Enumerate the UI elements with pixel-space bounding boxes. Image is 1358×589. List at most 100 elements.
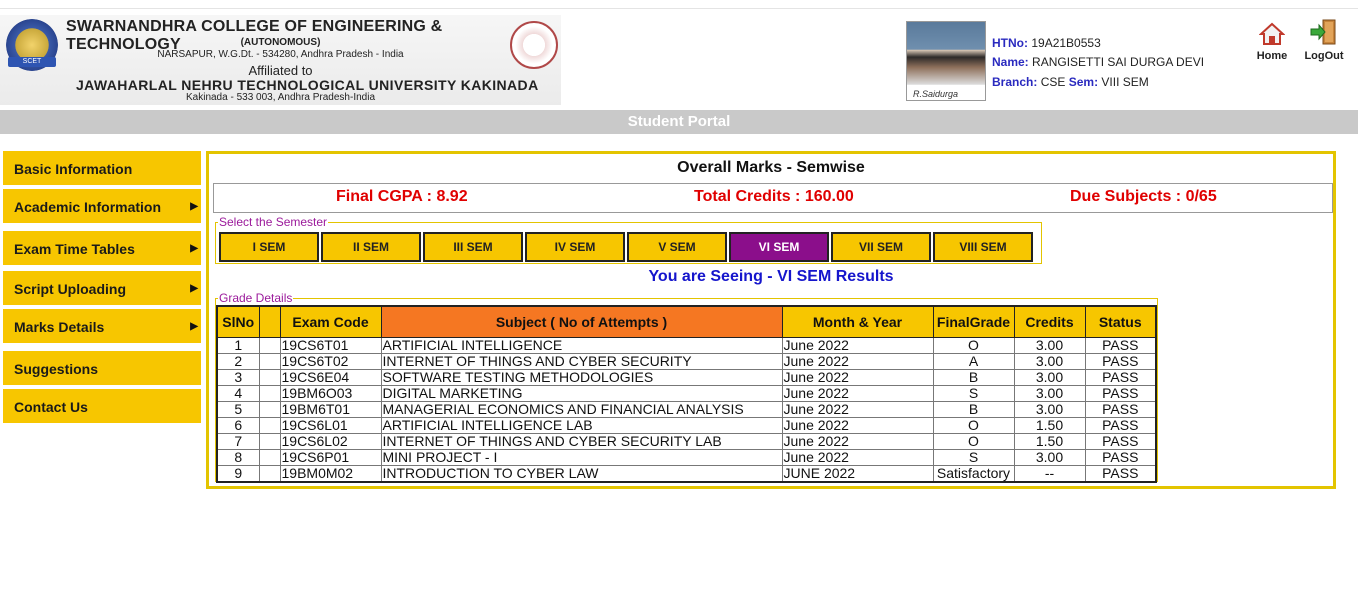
cell-month-year: JUNE 2022 [781, 465, 934, 483]
sidebar-item-label: Academic Information [14, 199, 162, 215]
home-label: Home [1256, 50, 1288, 62]
cell-slno: 8 [216, 449, 260, 466]
name-label: Name: [992, 55, 1029, 69]
col-header-exam-code: Exam Code [279, 305, 382, 338]
col-header-final-grade: FinalGrade [932, 305, 1015, 338]
cell-exam-code: 19BM6T01 [279, 401, 382, 418]
cell-credits: 3.00 [1013, 385, 1086, 402]
university-address: Kakinada - 533 003, Andhra Pradesh-India [185, 92, 376, 103]
cell-subject: ARTIFICIAL INTELLIGENCE LAB [380, 417, 783, 434]
cell-subject: MANAGERIAL ECONOMICS AND FINANCIAL ANALY… [380, 401, 783, 418]
college-banner: SCET SWARNANDHRA COLLEGE OF ENGINEERING … [0, 15, 561, 105]
sem-button-1[interactable]: I SEM [219, 232, 319, 262]
col-header-month-year: Month & Year [781, 305, 934, 338]
cell-month-year: June 2022 [781, 385, 934, 402]
cell-blank [258, 465, 281, 483]
sidebar-item-basic-information[interactable]: Basic Information [3, 151, 201, 185]
photo-signature: R.Saidurga [913, 89, 959, 99]
due-subjects-value: Due Subjects : 0/65 [1070, 188, 1217, 205]
name-value: RANGISETTI SAI DURGA DEVI [1032, 55, 1205, 69]
cell-credits: 3.00 [1013, 353, 1086, 370]
logout-icon [1302, 19, 1346, 46]
top-divider [0, 8, 1358, 9]
sem-button-3[interactable]: III SEM [423, 232, 523, 262]
sidebar-item-label: Basic Information [14, 161, 133, 177]
sem-label: Sem: [1068, 75, 1099, 89]
sidebar-item-suggestions[interactable]: Suggestions [3, 351, 201, 385]
cell-month-year: June 2022 [781, 337, 934, 354]
university-seal-icon [510, 21, 558, 69]
cell-final-grade: S [932, 385, 1015, 402]
sidebar-item-label: Exam Time Tables [14, 241, 135, 257]
col-header-blank [258, 305, 281, 338]
sem-button-5[interactable]: V SEM [627, 232, 727, 262]
chevron-right-icon: ▶ [190, 201, 198, 212]
cell-exam-code: 19CS6L02 [279, 433, 382, 450]
semester-legend: Select the Semester [218, 215, 329, 229]
cell-exam-code: 19CS6E04 [279, 369, 382, 386]
page-title: Overall Marks - Semwise [677, 159, 865, 176]
table-row: 6 19CS6L01 ARTIFICIAL INTELLIGENCE LAB June… [216, 417, 1157, 434]
table-row: 7 19CS6L02 INTERNET OF THINGS AND CYBER SE… [216, 433, 1157, 450]
sem-button-2[interactable]: II SEM [321, 232, 421, 262]
table-row: 5 19BM6T01 MANAGERIAL ECONOMICS AND FINANC… [216, 401, 1157, 418]
sem-button-6-selected[interactable]: VI SEM [729, 232, 829, 262]
cell-exam-code: 19BM0M02 [279, 465, 382, 483]
sidebar-item-label: Script Uploading [14, 281, 126, 297]
cell-credits: 1.50 [1013, 417, 1086, 434]
cell-credits: 3.00 [1013, 449, 1086, 466]
cell-status: PASS [1084, 433, 1157, 450]
home-button[interactable]: Home [1254, 20, 1290, 62]
student-photo: R.Saidurga [906, 21, 986, 101]
branch-line: Branch: CSE Sem: VIII SEM [992, 75, 1149, 89]
chevron-right-icon: ▶ [190, 321, 198, 332]
cell-blank [258, 401, 281, 418]
table-row: 8 19CS6P01 MINI PROJECT - I June 2022 S 3.00 P… [216, 449, 1157, 466]
cell-status: PASS [1084, 337, 1157, 354]
cgpa-value: Final CGPA : 8.92 [336, 188, 468, 205]
cell-blank [258, 385, 281, 402]
autonomous-label: (AUTONOMOUS) [240, 37, 321, 48]
cell-final-grade: A [932, 353, 1015, 370]
sidebar-item-contact-us[interactable]: Contact Us [3, 389, 201, 423]
summary-box: Final CGPA : 8.92 Total Credits : 160.00… [213, 183, 1333, 213]
cell-blank [258, 353, 281, 370]
sem-button-7[interactable]: VII SEM [831, 232, 931, 262]
cell-exam-code: 19CS6P01 [279, 449, 382, 466]
cell-month-year: June 2022 [781, 433, 934, 450]
cell-exam-code: 19CS6L01 [279, 417, 382, 434]
logout-button[interactable]: LogOut [1302, 19, 1346, 62]
cell-status: PASS [1084, 385, 1157, 402]
college-address: NARSAPUR, W.G.Dt. - 534280, Andhra Prade… [157, 49, 404, 60]
cell-subject: MINI PROJECT - I [380, 449, 783, 466]
sidebar-item-label: Contact Us [14, 399, 88, 415]
htno-value: 19A21B0553 [1031, 36, 1101, 50]
htno-label: HTNo: [992, 36, 1028, 50]
cell-credits: 3.00 [1013, 337, 1086, 354]
cell-subject: DIGITAL MARKETING [380, 385, 783, 402]
portal-title-bar: Student Portal [0, 110, 1358, 134]
sem-button-8[interactable]: VIII SEM [933, 232, 1033, 262]
cell-slno: 5 [216, 401, 260, 418]
cell-final-grade: Satisfactory [932, 465, 1015, 483]
affiliated-label: Affiliated to [248, 63, 313, 78]
cell-subject: SOFTWARE TESTING METHODOLOGIES [380, 369, 783, 386]
sidebar-item-academic-information[interactable]: Academic Information ▶ [3, 189, 201, 223]
cell-month-year: June 2022 [781, 401, 934, 418]
sidebar-item-script-uploading[interactable]: Script Uploading ▶ [3, 271, 201, 305]
table-row: 2 19CS6T02 INTERNET OF THINGS AND CYBER SE… [216, 353, 1157, 370]
col-header-slno: SlNo [216, 305, 260, 338]
grade-legend: Grade Details [218, 291, 294, 305]
total-credits-value: Total Credits : 160.00 [694, 188, 854, 205]
cell-final-grade: O [932, 433, 1015, 450]
sidebar-item-marks-details[interactable]: Marks Details ▶ [3, 309, 201, 343]
logout-label: LogOut [1304, 50, 1344, 62]
cell-status: PASS [1084, 449, 1157, 466]
cell-subject: INTERNET OF THINGS AND CYBER SECURITY [380, 353, 783, 370]
cell-credits: -- [1013, 465, 1086, 483]
cell-slno: 2 [216, 353, 260, 370]
name-line: Name: RANGISETTI SAI DURGA DEVI [992, 55, 1204, 69]
sidebar-item-exam-time-tables[interactable]: Exam Time Tables ▶ [3, 231, 201, 265]
sem-value: VIII SEM [1101, 75, 1149, 89]
sem-button-4[interactable]: IV SEM [525, 232, 625, 262]
